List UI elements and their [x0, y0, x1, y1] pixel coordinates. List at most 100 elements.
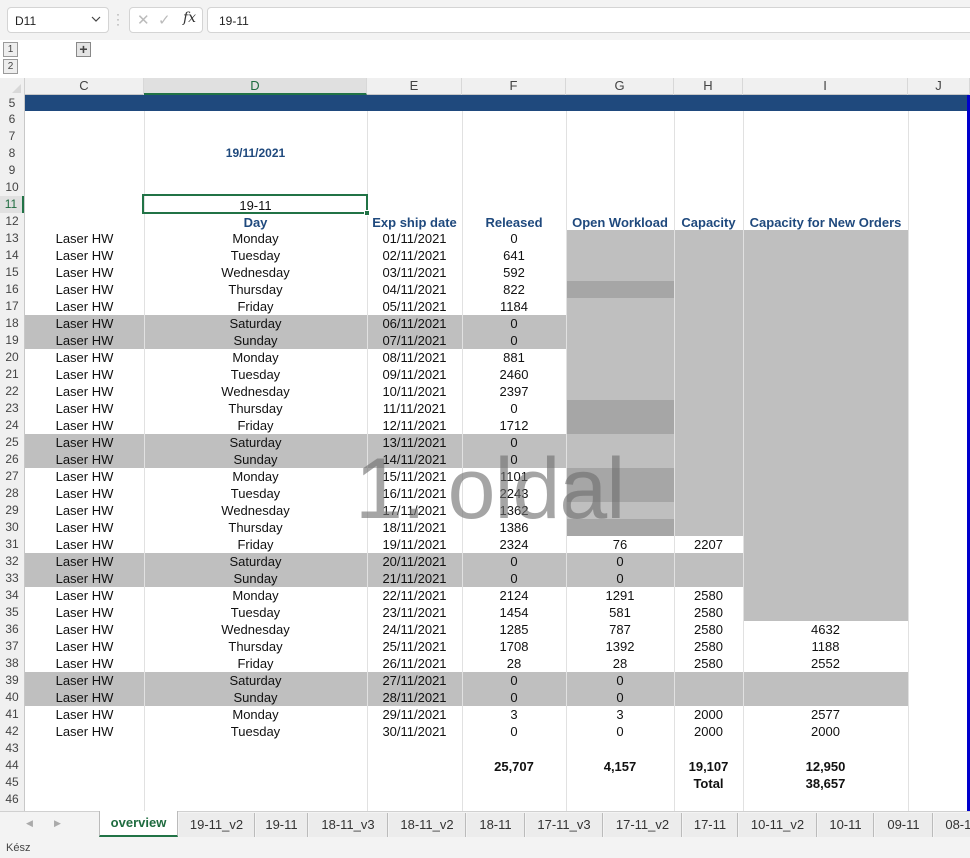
row-header[interactable]: 43 — [0, 740, 24, 757]
cell-date[interactable]: 16/11/2021 — [367, 485, 462, 502]
column-header-g[interactable]: G — [566, 78, 674, 95]
cell-date[interactable]: 21/11/2021 — [367, 570, 462, 587]
cell-day[interactable]: Friday — [144, 417, 367, 434]
cell-product[interactable]: Laser HW — [25, 536, 144, 553]
cell-date[interactable]: 27/11/2021 — [367, 672, 462, 689]
confirm-icon[interactable]: ✓ — [158, 11, 171, 29]
cell-date[interactable]: 02/11/2021 — [367, 247, 462, 264]
cell-date[interactable]: 01/11/2021 — [367, 230, 462, 247]
cell-product[interactable]: Laser HW — [25, 553, 144, 570]
cell-date[interactable]: 08/11/2021 — [367, 349, 462, 366]
cell-date[interactable]: 18/11/2021 — [367, 519, 462, 536]
row-header[interactable]: 17 — [0, 298, 24, 315]
cell-day[interactable]: Thursday — [144, 519, 367, 536]
cell-released[interactable]: 0 — [462, 400, 566, 417]
cell-day[interactable]: Monday — [144, 230, 367, 247]
cell-date[interactable]: 28/11/2021 — [367, 689, 462, 706]
cell-day[interactable]: Sunday — [144, 689, 367, 706]
cell-product[interactable]: Laser HW — [25, 315, 144, 332]
sheet-tab[interactable]: 18-11 — [467, 813, 525, 837]
row-header[interactable]: 26 — [0, 451, 24, 468]
cell-released[interactable]: 1708 — [462, 638, 566, 655]
cell-day[interactable]: Wednesday — [144, 502, 367, 519]
row-header[interactable]: 24 — [0, 417, 24, 434]
cell-released[interactable]: 1362 — [462, 502, 566, 519]
column-header-e[interactable]: E — [367, 78, 462, 95]
sheet-tab[interactable]: 17-11_v3 — [526, 813, 603, 837]
row-header[interactable]: 12 — [0, 213, 24, 230]
row-header[interactable]: 37 — [0, 638, 24, 655]
cell-released[interactable]: 0 — [462, 570, 566, 587]
sheet-tab[interactable]: 08-11 — [934, 813, 970, 837]
cell-day[interactable]: Monday — [144, 468, 367, 485]
cell-product[interactable]: Laser HW — [25, 604, 144, 621]
column-header-j[interactable]: J — [908, 78, 970, 95]
cell-released[interactable]: 1184 — [462, 298, 566, 315]
cell-date[interactable]: 03/11/2021 — [367, 264, 462, 281]
cell-capacity[interactable]: 2580 — [674, 638, 743, 655]
cell-released[interactable]: 1454 — [462, 604, 566, 621]
cell-product[interactable]: Laser HW — [25, 519, 144, 536]
cell-day[interactable]: Monday — [144, 706, 367, 723]
sheet-tab[interactable]: 18-11_v3 — [309, 813, 388, 837]
outline-level-2-button[interactable]: 2 — [3, 59, 18, 74]
cell-released[interactable]: 3 — [462, 706, 566, 723]
cell-released[interactable]: 0 — [462, 434, 566, 451]
cell-released[interactable]: 0 — [462, 672, 566, 689]
sheet-tab[interactable]: 10-11_v2 — [739, 813, 817, 837]
row-header[interactable]: 16 — [0, 281, 24, 298]
row-header[interactable]: 38 — [0, 655, 24, 672]
row-header[interactable]: 28 — [0, 485, 24, 502]
cell-released[interactable]: 0 — [462, 451, 566, 468]
cell-released[interactable]: 2397 — [462, 383, 566, 400]
cell-product[interactable]: Laser HW — [25, 570, 144, 587]
row-header[interactable]: 33 — [0, 570, 24, 587]
cell-product[interactable]: Laser HW — [25, 723, 144, 740]
cell-product[interactable]: Laser HW — [25, 587, 144, 604]
cell-released[interactable]: 1712 — [462, 417, 566, 434]
column-header-f[interactable]: F — [462, 78, 566, 95]
row-header[interactable]: 27 — [0, 468, 24, 485]
cell-product[interactable]: Laser HW — [25, 400, 144, 417]
cell-product[interactable]: Laser HW — [25, 468, 144, 485]
sheet-tab[interactable]: overview — [99, 811, 178, 837]
cell-day[interactable]: Saturday — [144, 434, 367, 451]
row-header[interactable]: 8 — [0, 145, 24, 162]
cell-day[interactable]: Tuesday — [144, 485, 367, 502]
cell-date[interactable]: 26/11/2021 — [367, 655, 462, 672]
cell-day[interactable]: Tuesday — [144, 723, 367, 740]
cell-released[interactable]: 822 — [462, 281, 566, 298]
cell-capacity[interactable]: 2580 — [674, 655, 743, 672]
cell-date[interactable]: 19/11/2021 — [367, 536, 462, 553]
cell-day[interactable]: Sunday — [144, 570, 367, 587]
cell-released[interactable]: 0 — [462, 553, 566, 570]
row-header[interactable]: 20 — [0, 349, 24, 366]
row-header[interactable]: 5 — [0, 95, 24, 112]
cell-day[interactable]: Friday — [144, 298, 367, 315]
expand-group-button[interactable]: + — [76, 42, 91, 57]
cell-product[interactable]: Laser HW — [25, 655, 144, 672]
more-options-icon[interactable]: · · · — [116, 8, 120, 30]
cell-open[interactable]: 76 — [566, 536, 674, 553]
cell-open[interactable]: 787 — [566, 621, 674, 638]
cell-date[interactable]: 12/11/2021 — [367, 417, 462, 434]
cell-day[interactable]: Tuesday — [144, 604, 367, 621]
cell-new-orders[interactable]: 1188 — [743, 638, 908, 655]
cell-date[interactable]: 15/11/2021 — [367, 468, 462, 485]
column-header-i[interactable]: I — [743, 78, 908, 95]
cell-day[interactable]: Friday — [144, 655, 367, 672]
cell-product[interactable]: Laser HW — [25, 230, 144, 247]
cell-released[interactable]: 0 — [462, 689, 566, 706]
row-header[interactable]: 25 — [0, 434, 24, 451]
sheet-tab[interactable]: 10-11 — [818, 813, 874, 837]
cell-open[interactable]: 28 — [566, 655, 674, 672]
row-header[interactable]: 45 — [0, 774, 24, 791]
cell-date[interactable]: 11/11/2021 — [367, 400, 462, 417]
fill-handle[interactable] — [364, 210, 370, 216]
cell-date[interactable]: 17/11/2021 — [367, 502, 462, 519]
cell-open[interactable]: 1291 — [566, 587, 674, 604]
cell-open[interactable]: 0 — [566, 672, 674, 689]
row-header[interactable]: 21 — [0, 366, 24, 383]
cell-day[interactable]: Saturday — [144, 553, 367, 570]
cell-date[interactable]: 10/11/2021 — [367, 383, 462, 400]
